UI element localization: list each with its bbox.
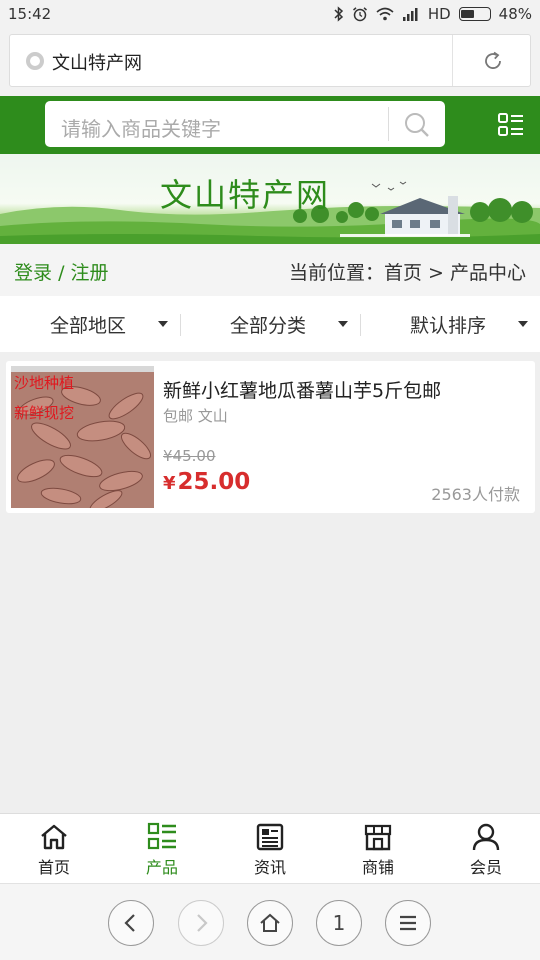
network-type: HD — [427, 5, 451, 23]
filter-region[interactable]: 全部地区 — [0, 296, 181, 352]
browser-tabs-button[interactable]: 1 — [316, 900, 362, 946]
nav-label: 会员 — [469, 858, 502, 877]
news-icon — [256, 823, 284, 851]
browser-back-button[interactable] — [108, 900, 154, 946]
register-link[interactable]: 注册 — [71, 262, 109, 284]
breadcrumb-home[interactable]: 首页 — [384, 262, 422, 284]
currency-symbol: ¥ — [163, 473, 176, 494]
sale-price: ¥25.00 — [163, 469, 250, 495]
globe-icon — [26, 52, 44, 70]
filter-label: 全部地区 — [50, 315, 127, 337]
browser-forward-button[interactable] — [178, 900, 224, 946]
breadcrumb-current: 产品中心 — [449, 262, 526, 284]
status-icons: HD 48% — [334, 5, 532, 23]
site-header: 请输入商品关键字 — [0, 96, 540, 154]
product-image[interactable]: 沙地种植 新鲜现挖 — [11, 366, 154, 508]
breadcrumb-prefix: 当前位置： — [288, 262, 384, 284]
nav-item-member[interactable]: 会员 — [432, 814, 540, 884]
image-caption-1: 沙地种植 — [14, 374, 75, 392]
bottom-navigation: 首页 产品 资讯 商铺 会员 — [0, 813, 540, 883]
url-divider — [452, 35, 453, 86]
product-card[interactable]: 沙地种植 新鲜现挖 新鲜小红薯地瓜番薯山芋5斤包邮 包邮 文山 ¥45.00 ¥… — [6, 361, 535, 513]
account-separator: / — [58, 262, 65, 284]
browser-toolbar: 1 — [0, 883, 540, 960]
site-banner: 文山特产网 — [0, 154, 540, 244]
alarm-icon — [352, 7, 367, 22]
battery-percent: 48% — [498, 5, 532, 23]
nav-item-products[interactable]: 产品 — [108, 814, 216, 884]
sold-count: 2563人付款 — [431, 485, 520, 504]
reload-icon[interactable] — [482, 50, 504, 72]
tab-count: 1 — [332, 911, 346, 935]
filter-label: 默认排序 — [410, 315, 487, 337]
nav-item-shops[interactable]: 商铺 — [324, 814, 432, 884]
image-caption-2: 新鲜现挖 — [14, 404, 75, 422]
nav-label: 商铺 — [361, 858, 394, 877]
caret-down-icon — [158, 321, 168, 327]
caret-down-icon — [338, 321, 348, 327]
nav-label: 首页 — [37, 858, 70, 877]
login-link[interactable]: 登录 — [14, 262, 52, 284]
page-title[interactable]: 文山特产网 — [52, 49, 142, 75]
status-bar: 15:42 HD 48% — [0, 0, 540, 28]
signal-icon — [402, 8, 418, 21]
filter-bar: 全部地区 全部分类 默认排序 — [0, 296, 540, 352]
back-icon — [124, 914, 135, 932]
wifi-icon — [376, 7, 394, 21]
nav-item-news[interactable]: 资讯 — [216, 814, 324, 884]
caret-down-icon — [518, 321, 528, 327]
product-list-icon — [147, 822, 176, 850]
product-title[interactable]: 新鲜小红薯地瓜番薯山芋5斤包邮 — [163, 376, 441, 403]
home-icon — [41, 824, 67, 850]
nav-item-home[interactable]: 首页 — [0, 814, 108, 884]
menu-icon — [400, 915, 416, 931]
category-list-icon[interactable] — [498, 113, 524, 137]
search-input[interactable]: 请输入商品关键字 — [61, 113, 221, 142]
status-time: 15:42 — [8, 5, 52, 23]
battery-icon — [458, 7, 491, 21]
banner-title: 文山特产网 — [160, 176, 331, 214]
filter-category[interactable]: 全部分类 — [180, 296, 361, 352]
account-breadcrumb-row: 登录 / 注册 当前位置：首页 > 产品中心 — [0, 244, 540, 296]
account-links: 登录 / 注册 — [14, 258, 109, 285]
bluetooth-icon — [334, 6, 343, 22]
browser-menu-button[interactable] — [385, 900, 431, 946]
member-icon — [472, 823, 500, 851]
shop-icon — [364, 824, 392, 851]
browser-home-button[interactable] — [247, 900, 293, 946]
browser-address-bar: 文山特产网 — [0, 28, 540, 96]
home-icon — [260, 913, 280, 932]
nav-label: 产品 — [145, 858, 178, 877]
forward-icon — [197, 914, 208, 932]
search-divider — [388, 107, 389, 141]
filter-sort[interactable]: 默认排序 — [360, 296, 540, 352]
product-shipping: 包邮 文山 — [163, 407, 228, 425]
url-box[interactable]: 文山特产网 — [9, 34, 531, 87]
original-price: ¥45.00 — [163, 447, 216, 465]
search-icon[interactable] — [403, 111, 431, 139]
filter-label: 全部分类 — [230, 315, 307, 337]
breadcrumb-separator: > — [428, 262, 444, 284]
breadcrumb: 当前位置：首页 > 产品中心 — [289, 258, 526, 285]
price-value: 25.00 — [177, 469, 251, 495]
nav-label: 资讯 — [253, 858, 286, 877]
search-box[interactable]: 请输入商品关键字 — [45, 101, 445, 147]
